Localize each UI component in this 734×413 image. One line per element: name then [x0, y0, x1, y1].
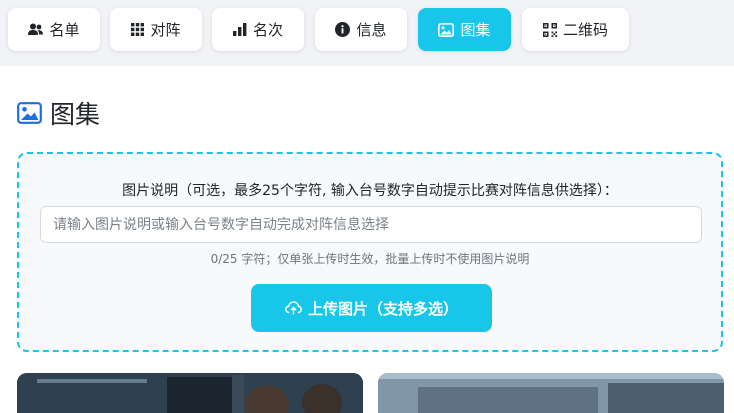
char-count-hint: 0/25 字符；仅单张上传时生效，批量上传时不使用图片说明: [210, 252, 530, 266]
tab-label: 对阵: [150, 21, 181, 39]
tab-label: 信息: [356, 21, 387, 39]
upload-button-label: 上传图片（支持多选）: [307, 299, 458, 318]
cloud-upload-icon: [285, 301, 302, 315]
upload-images-button[interactable]: 上传图片（支持多选）: [251, 284, 492, 332]
page-title: 图集: [17, 96, 100, 130]
tab-info[interactable]: 信息: [315, 8, 407, 51]
tab-gallery[interactable]: 图集: [418, 8, 511, 51]
tab-ranking[interactable]: 名次: [212, 8, 304, 51]
description-label: 图片说明（可选，最多25个字符, 输入台号数字自动提示比赛对阵信息供选择）：: [122, 183, 618, 199]
upload-panel: 图片说明（可选，最多25个字符, 输入台号数字自动提示比赛对阵信息供选择）： 0…: [17, 152, 723, 352]
image-icon: [17, 102, 42, 124]
users-icon: [28, 23, 44, 36]
tab-roster[interactable]: 名单: [8, 8, 100, 51]
bar-chart-icon: [232, 23, 247, 36]
tab-matches[interactable]: 对阵: [110, 8, 202, 51]
tab-label: 二维码: [562, 21, 608, 39]
top-nav-bar: 名单 对阵 名次 信息 图集 二维码: [0, 0, 734, 66]
page-title-text: 图集: [50, 100, 101, 129]
tab-qrcode[interactable]: 二维码: [522, 8, 629, 51]
qrcode-icon: [542, 22, 557, 37]
info-icon: [335, 22, 351, 37]
gallery-photo[interactable]: [17, 373, 363, 413]
tab-label: 名次: [252, 21, 283, 39]
image-icon: [438, 22, 455, 37]
tab-label: 图集: [460, 21, 491, 39]
tab-label: 名单: [49, 21, 80, 39]
grid-icon: [131, 23, 145, 36]
description-input[interactable]: [40, 206, 702, 243]
gallery-photo[interactable]: [378, 373, 724, 413]
